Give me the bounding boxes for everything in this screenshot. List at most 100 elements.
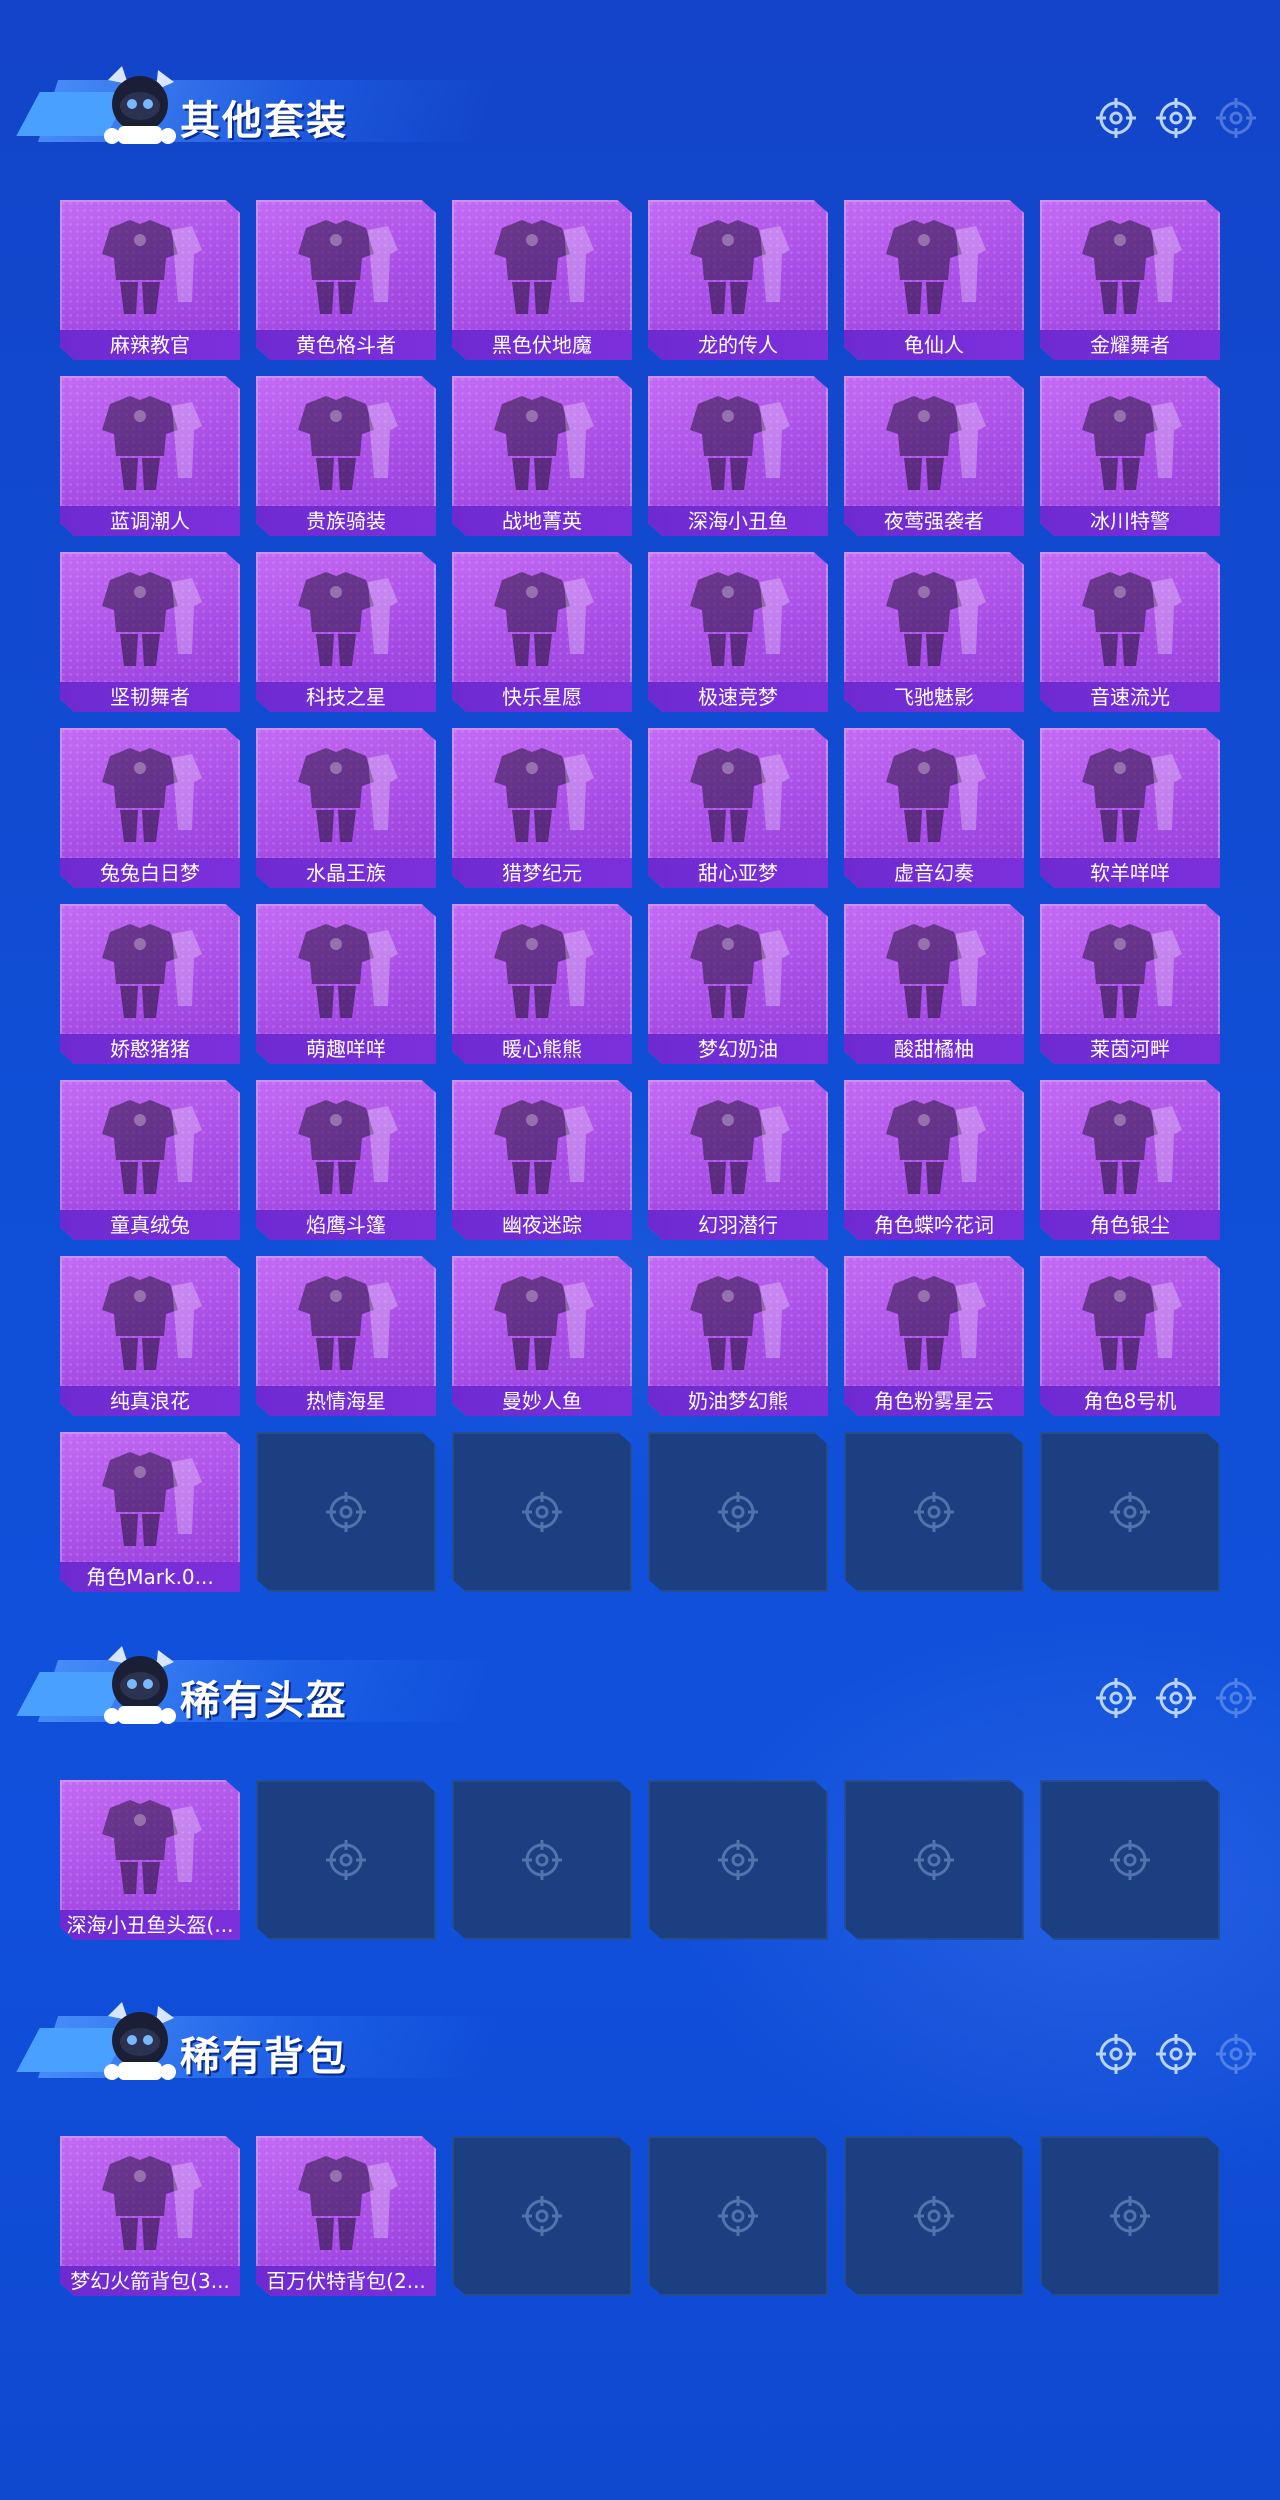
- item-label: 冰川特警: [1040, 506, 1220, 536]
- item-grid: 麻辣教官 黄色格斗者 黑色伏地魔 龙的传人 龟仙人 金耀舞者蓝调潮人 贵族骑装 战地菁英 深海小…: [60, 200, 1220, 1592]
- item-art-icon: [80, 1090, 220, 1202]
- item-label: 角色8号机: [1040, 1386, 1220, 1416]
- item-card[interactable]: 黄色格斗者: [256, 200, 436, 360]
- empty-slot: [256, 1432, 436, 1592]
- item-label: 酸甜橘柚: [844, 1034, 1024, 1064]
- item-label: 贵族骑装: [256, 506, 436, 536]
- item-card[interactable]: 兔兔白日梦: [60, 728, 240, 888]
- item-card[interactable]: 深海小丑鱼: [648, 376, 828, 536]
- target-icon: [520, 1490, 564, 1534]
- item-card[interactable]: 科技之星: [256, 552, 436, 712]
- item-art-icon: [276, 210, 416, 322]
- item-card[interactable]: 麻辣教官: [60, 200, 240, 360]
- item-label: 金耀舞者: [1040, 330, 1220, 360]
- item-card[interactable]: 软羊咩咩: [1040, 728, 1220, 888]
- item-card[interactable]: 金耀舞者: [1040, 200, 1220, 360]
- section-title: 稀有头盔: [180, 1678, 348, 1724]
- header-target-icons: [1094, 2032, 1258, 2076]
- item-card[interactable]: 冰川特警: [1040, 376, 1220, 536]
- item-art-icon: [1060, 1090, 1200, 1202]
- item-card[interactable]: 角色蝶吟花词: [844, 1080, 1024, 1240]
- item-card[interactable]: 焰鹰斗篷: [256, 1080, 436, 1240]
- item-card[interactable]: 梦幻火箭背包(3...: [60, 2136, 240, 2296]
- item-card[interactable]: 黑色伏地魔: [452, 200, 632, 360]
- item-art-icon: [1060, 1266, 1200, 1378]
- item-label: 音速流光: [1040, 682, 1220, 712]
- item-card[interactable]: 幻羽潜行: [648, 1080, 828, 1240]
- item-card[interactable]: 曼妙人鱼: [452, 1256, 632, 1416]
- item-label: 坚韧舞者: [60, 682, 240, 712]
- item-art-icon: [80, 2146, 220, 2258]
- item-card[interactable]: 龙的传人: [648, 200, 828, 360]
- empty-slot: [452, 1780, 632, 1940]
- item-card[interactable]: 热情海星: [256, 1256, 436, 1416]
- item-card[interactable]: 梦幻奶油: [648, 904, 828, 1064]
- item-art-icon: [276, 2146, 416, 2258]
- item-label: 夜莺强袭者: [844, 506, 1024, 536]
- target-icon: [1214, 2032, 1258, 2076]
- item-card[interactable]: 坚韧舞者: [60, 552, 240, 712]
- item-card[interactable]: 纯真浪花: [60, 1256, 240, 1416]
- item-label: 黑色伏地魔: [452, 330, 632, 360]
- empty-slot: [648, 1780, 828, 1940]
- item-card[interactable]: 夜莺强袭者: [844, 376, 1024, 536]
- item-card[interactable]: 水晶王族: [256, 728, 436, 888]
- item-card[interactable]: 虚音幻奏: [844, 728, 1024, 888]
- item-label: 曼妙人鱼: [452, 1386, 632, 1416]
- item-card[interactable]: 音速流光: [1040, 552, 1220, 712]
- item-card[interactable]: 深海小丑鱼头盔(...: [60, 1780, 240, 1940]
- mascot-icon: [88, 1640, 184, 1736]
- target-icon: [1154, 1676, 1198, 1720]
- item-art-icon: [276, 1090, 416, 1202]
- item-card[interactable]: 极速竞梦: [648, 552, 828, 712]
- item-art-icon: [668, 1090, 808, 1202]
- item-label: 角色Mark.0...: [60, 1562, 240, 1592]
- item-art-icon: [1060, 210, 1200, 322]
- item-card[interactable]: 暖心熊熊: [452, 904, 632, 1064]
- item-card[interactable]: 角色8号机: [1040, 1256, 1220, 1416]
- item-art-icon: [472, 1090, 612, 1202]
- item-card[interactable]: 百万伏特背包(2...: [256, 2136, 436, 2296]
- item-label: 飞驰魅影: [844, 682, 1024, 712]
- empty-slot: [648, 2136, 828, 2296]
- section-title: 其他套装: [180, 98, 348, 144]
- item-card[interactable]: 飞驰魅影: [844, 552, 1024, 712]
- item-card[interactable]: 酸甜橘柚: [844, 904, 1024, 1064]
- item-label: 龟仙人: [844, 330, 1024, 360]
- item-card[interactable]: 萌趣咩咩: [256, 904, 436, 1064]
- item-card[interactable]: 奶油梦幻熊: [648, 1256, 828, 1416]
- item-grid: 深海小丑鱼头盔(...: [60, 1780, 1220, 1940]
- section-title: 稀有背包: [180, 2034, 348, 2080]
- item-card[interactable]: 快乐星愿: [452, 552, 632, 712]
- item-card[interactable]: 猎梦纪元: [452, 728, 632, 888]
- item-card[interactable]: 龟仙人: [844, 200, 1024, 360]
- item-label: 梦幻奶油: [648, 1034, 828, 1064]
- item-art-icon: [80, 1266, 220, 1378]
- item-card[interactable]: 角色粉雾星云: [844, 1256, 1024, 1416]
- item-card[interactable]: 战地菁英: [452, 376, 632, 536]
- item-art-icon: [80, 210, 220, 322]
- section-header: 其他套装: [16, 40, 1258, 160]
- target-icon: [912, 1490, 956, 1534]
- item-label: 猎梦纪元: [452, 858, 632, 888]
- item-card[interactable]: 角色银尘: [1040, 1080, 1220, 1240]
- item-card[interactable]: 角色Mark.0...: [60, 1432, 240, 1592]
- header-target-icons: [1094, 1676, 1258, 1720]
- item-card[interactable]: 童真绒兔: [60, 1080, 240, 1240]
- item-card[interactable]: 贵族骑装: [256, 376, 436, 536]
- empty-slot: [844, 2136, 1024, 2296]
- item-art-icon: [864, 1090, 1004, 1202]
- item-art-icon: [472, 1266, 612, 1378]
- target-icon: [1214, 1676, 1258, 1720]
- item-label: 水晶王族: [256, 858, 436, 888]
- item-art-icon: [80, 386, 220, 498]
- item-label: 软羊咩咩: [1040, 858, 1220, 888]
- item-label: 梦幻火箭背包(3...: [60, 2266, 240, 2296]
- item-label: 科技之星: [256, 682, 436, 712]
- item-card[interactable]: 甜心亚梦: [648, 728, 828, 888]
- item-card[interactable]: 蓝调潮人: [60, 376, 240, 536]
- item-card[interactable]: 娇憨猪猪: [60, 904, 240, 1064]
- item-card[interactable]: 幽夜迷踪: [452, 1080, 632, 1240]
- item-card[interactable]: 莱茵河畔: [1040, 904, 1220, 1064]
- item-label: 甜心亚梦: [648, 858, 828, 888]
